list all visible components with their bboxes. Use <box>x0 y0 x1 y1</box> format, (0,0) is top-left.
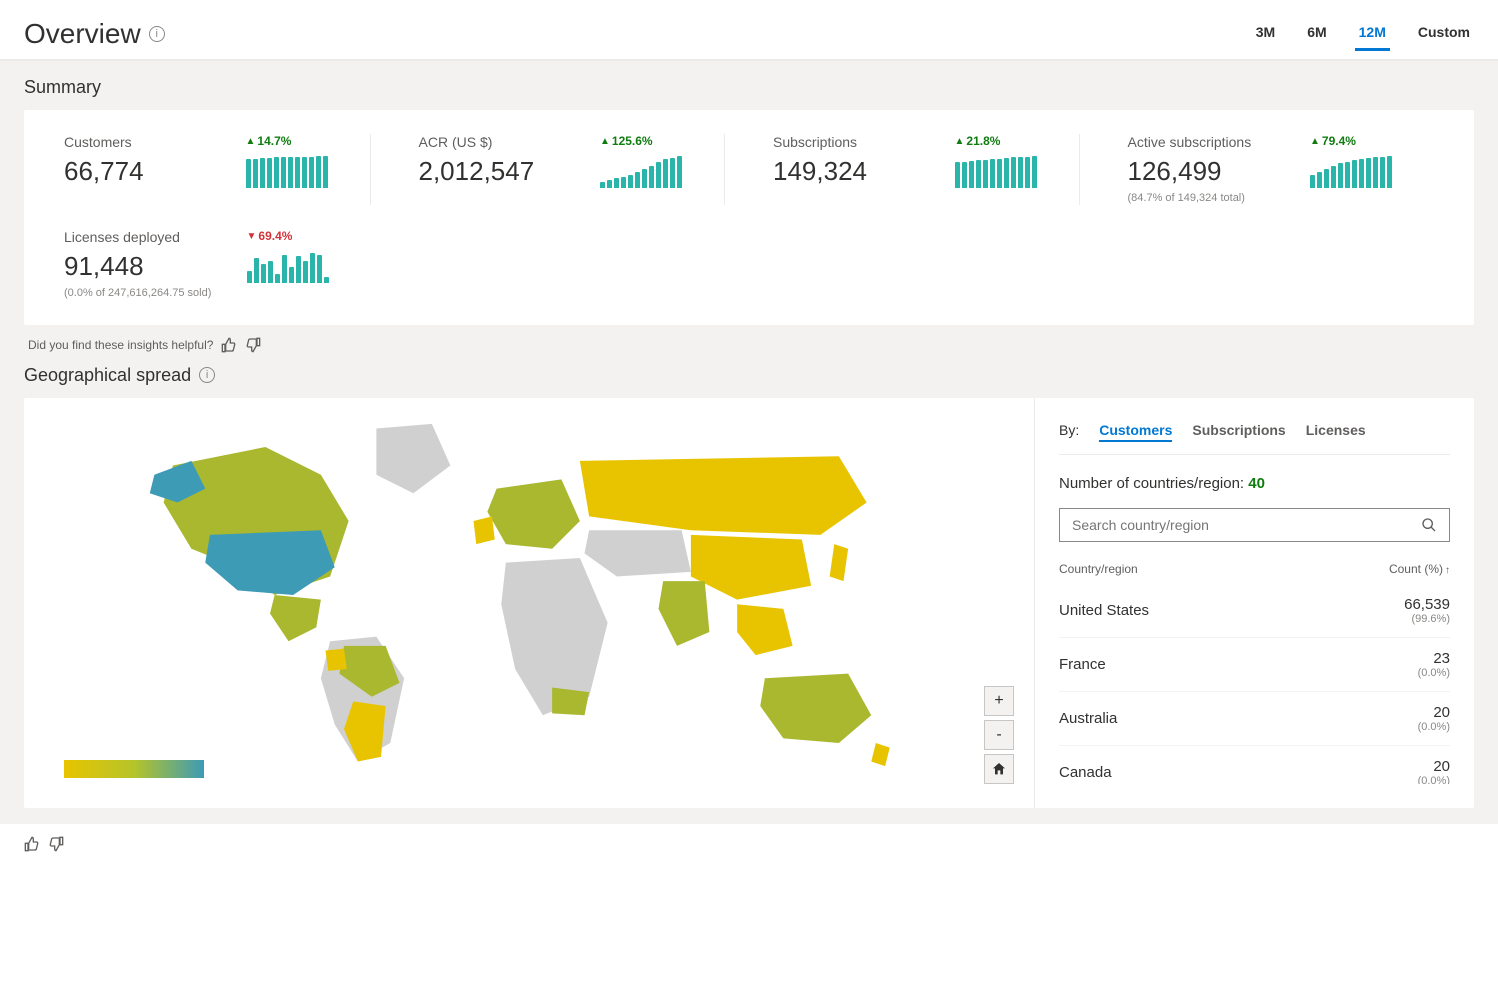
metric-label: ACR (US $) <box>419 134 601 150</box>
trend-indicator: ▲ 125.6% <box>600 134 653 148</box>
sparkline-chart <box>1310 156 1392 188</box>
table-row[interactable]: Canada 20(0.0%) <box>1059 746 1450 784</box>
metric-subtext: (0.0% of 247,616,264.75 sold) <box>64 286 247 300</box>
country-count: 66,539(99.6%) <box>1404 596 1450 625</box>
by-tab-customers[interactable]: Customers <box>1099 422 1172 442</box>
content-area: Summary Customers 66,774▲ 14.7% ACR (US $)… <box>0 61 1498 824</box>
metric-card: Customers 66,774▲ 14.7% <box>64 134 371 205</box>
metric-card: Active subscriptions 126,499 (84.7% of 149… <box>1128 134 1435 205</box>
metric-label: Subscriptions <box>773 134 955 150</box>
table-row[interactable]: Australia 20(0.0%) <box>1059 692 1450 746</box>
sparkline-chart <box>955 156 1037 188</box>
country-table-body[interactable]: United States 66,539(99.6%) France 23(0.0%)… <box>1059 584 1450 784</box>
tab-custom[interactable]: Custom <box>1414 16 1474 51</box>
table-row[interactable]: France 23(0.0%) <box>1059 638 1450 692</box>
geo-card: + - By: Customers Subscriptions Licenses N… <box>24 398 1474 808</box>
thumbs-down-icon[interactable] <box>48 836 64 852</box>
map-area: + - <box>24 398 1034 808</box>
info-icon[interactable]: i <box>149 26 165 42</box>
feedback-row: Did you find these insights helpful? <box>24 325 1474 365</box>
geo-panel: By: Customers Subscriptions Licenses Numbe… <box>1034 398 1474 808</box>
table-header: Country/region Count (%)↑ <box>1059 554 1450 584</box>
page-title-group: Overview i <box>24 18 165 50</box>
sparkline-chart <box>247 251 329 283</box>
geo-title-text: Geographical spread <box>24 365 191 386</box>
zoom-out-button[interactable]: - <box>984 720 1014 750</box>
country-count: 20(0.0%) <box>1418 758 1450 784</box>
footer-feedback <box>0 824 1498 864</box>
geo-title: Geographical spread i <box>24 365 1474 386</box>
metric-card: Licenses deployed 91,448 (0.0% of 247,616,… <box>64 229 371 300</box>
map-controls: + - <box>984 686 1014 784</box>
thumbs-up-icon[interactable] <box>221 337 237 353</box>
col-country[interactable]: Country/region <box>1059 562 1138 576</box>
country-count: 23(0.0%) <box>1418 650 1450 679</box>
metric-value: 91,448 <box>64 251 247 282</box>
home-button[interactable] <box>984 754 1014 784</box>
sparkline-chart <box>246 156 328 188</box>
trend-indicator: ▼ 69.4% <box>247 229 293 243</box>
tab-12m[interactable]: 12M <box>1355 16 1390 51</box>
search-box[interactable] <box>1059 508 1450 542</box>
metric-card: ACR (US $) 2,012,547 ▲ 125.6% <box>419 134 726 205</box>
thumbs-up-icon[interactable] <box>24 836 40 852</box>
trend-indicator: ▲ 79.4% <box>1310 134 1356 148</box>
metric-card: Subscriptions 149,324▲ 21.8% <box>773 134 1080 205</box>
home-icon <box>991 761 1007 777</box>
info-icon[interactable]: i <box>199 367 215 383</box>
country-name: United States <box>1059 602 1149 619</box>
metric-value: 126,499 <box>1128 156 1311 187</box>
time-range-tabs: 3M 6M 12M Custom <box>1252 16 1474 51</box>
sparkline-chart <box>600 156 682 188</box>
country-name: Canada <box>1059 764 1112 781</box>
metric-subtext: (84.7% of 149,324 total) <box>1128 191 1311 205</box>
metric-value: 66,774 <box>64 156 246 187</box>
country-count: 20(0.0%) <box>1418 704 1450 733</box>
world-map[interactable] <box>36 410 1022 780</box>
metric-label: Licenses deployed <box>64 229 247 245</box>
summary-card: Customers 66,774▲ 14.7% ACR (US $) 2,012,54… <box>24 110 1474 325</box>
by-tabs-row: By: Customers Subscriptions Licenses <box>1059 422 1450 455</box>
country-count-label: Number of countries/region: <box>1059 475 1244 492</box>
table-row[interactable]: United States 66,539(99.6%) <box>1059 584 1450 638</box>
metric-value: 149,324 <box>773 156 955 187</box>
search-icon <box>1421 517 1437 533</box>
by-tab-subscriptions[interactable]: Subscriptions <box>1192 422 1285 440</box>
by-label: By: <box>1059 422 1079 438</box>
summary-title: Summary <box>24 77 1474 98</box>
country-name: France <box>1059 656 1106 673</box>
tab-6m[interactable]: 6M <box>1303 16 1330 51</box>
page-header: Overview i 3M 6M 12M Custom <box>0 0 1498 61</box>
thumbs-down-icon[interactable] <box>245 337 261 353</box>
trend-indicator: ▲ 21.8% <box>955 134 1001 148</box>
zoom-in-button[interactable]: + <box>984 686 1014 716</box>
metric-label: Active subscriptions <box>1128 134 1311 150</box>
metric-value: 2,012,547 <box>419 156 601 187</box>
map-legend <box>64 760 204 778</box>
feedback-text: Did you find these insights helpful? <box>28 338 213 352</box>
country-count-value: 40 <box>1248 475 1265 492</box>
trend-indicator: ▲ 14.7% <box>246 134 292 148</box>
col-count[interactable]: Count (%)↑ <box>1389 562 1450 576</box>
metric-label: Customers <box>64 134 246 150</box>
by-tab-licenses[interactable]: Licenses <box>1306 422 1366 440</box>
page-title: Overview <box>24 18 141 50</box>
country-count-row: Number of countries/region: 40 <box>1059 475 1450 492</box>
search-input[interactable] <box>1072 517 1421 533</box>
country-name: Australia <box>1059 710 1117 727</box>
tab-3m[interactable]: 3M <box>1252 16 1279 51</box>
